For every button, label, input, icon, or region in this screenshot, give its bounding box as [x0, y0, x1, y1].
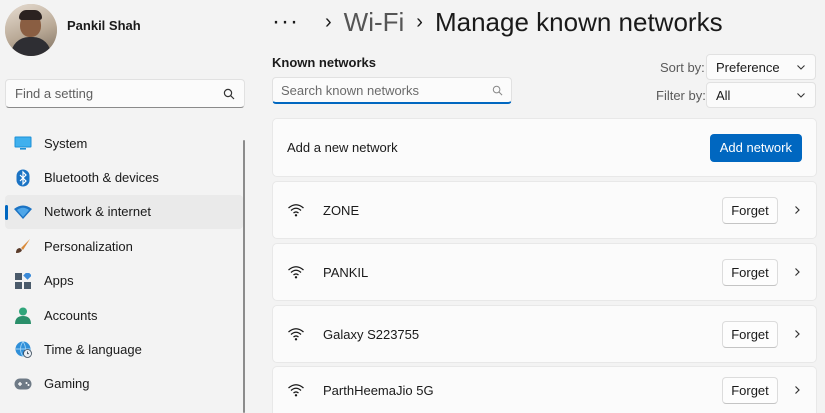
sidebar-item-label: Apps [44, 273, 74, 289]
breadcrumb: ··· › Wi-Fi › Manage known networks [272, 4, 723, 40]
forget-button[interactable]: Forget [722, 258, 778, 286]
sidebar-item-label: Gaming [44, 376, 90, 392]
wifi-icon [288, 266, 304, 279]
sidebar-item-time-language[interactable]: Time & language [5, 332, 243, 366]
known-networks-search-input[interactable] [281, 82, 492, 98]
chevron-right-icon[interactable] [792, 329, 802, 339]
sidebar-item-network[interactable]: Network & internet [5, 194, 243, 230]
bluetooth-icon [14, 169, 32, 187]
sort-by-value: Preference [716, 59, 780, 75]
forget-button[interactable]: Forget [722, 320, 778, 348]
filter-by-dropdown[interactable]: All [706, 82, 816, 108]
sidebar-item-bluetooth[interactable]: Bluetooth & devices [5, 160, 243, 194]
network-row[interactable]: ZONE Forget [272, 181, 817, 239]
network-name: PANKIL [323, 264, 369, 280]
chevron-right-icon[interactable] [792, 205, 802, 215]
sort-by-label: Sort by: [660, 60, 705, 75]
network-name: ParthHeemaJio 5G [323, 382, 434, 398]
avatar[interactable] [5, 4, 57, 56]
breadcrumb-overflow-button[interactable]: ··· [272, 10, 299, 34]
sidebar-item-system[interactable]: System [5, 126, 243, 160]
sidebar-item-label: System [44, 135, 88, 151]
network-name: Galaxy S223755 [323, 326, 420, 342]
chevron-right-icon: › [324, 10, 332, 33]
chevron-right-icon: › [416, 10, 423, 33]
chevron-down-icon [797, 65, 805, 70]
brush-icon [14, 237, 32, 255]
filter-by-label: Filter by: [656, 88, 706, 103]
add-new-network-label: Add a new network [287, 140, 398, 155]
forget-button[interactable]: Forget [722, 196, 778, 224]
person-icon [14, 306, 32, 324]
wifi-icon [288, 328, 304, 341]
globe-clock-icon [14, 341, 32, 359]
sidebar-item-accounts[interactable]: Accounts [5, 298, 243, 332]
chevron-down-icon [797, 93, 805, 98]
filter-by-value: All [716, 87, 731, 103]
sidebar-item-apps[interactable]: Apps [5, 264, 243, 298]
wifi-icon [288, 204, 304, 217]
sidebar-item-label: Personalization [44, 238, 133, 254]
sidebar-item-label: Accounts [44, 307, 98, 323]
known-networks-search-box[interactable] [272, 77, 512, 104]
wifi-icon [288, 384, 304, 397]
add-network-button[interactable]: Add network [709, 133, 802, 162]
network-row[interactable]: PANKIL Forget [272, 243, 817, 301]
known-networks-heading: Known networks [272, 55, 377, 70]
network-row[interactable]: Galaxy S223755 Forget [272, 305, 817, 363]
chevron-right-icon[interactable] [792, 385, 802, 395]
search-icon[interactable] [223, 88, 235, 100]
apps-icon [14, 272, 32, 290]
wifi-diamond-icon [14, 203, 32, 221]
sidebar-item-label: Bluetooth & devices [44, 170, 159, 186]
search-icon[interactable] [492, 85, 503, 96]
add-network-card: Add a new network Add network [272, 118, 817, 177]
breadcrumb-wifi-link[interactable]: Wi-Fi [344, 7, 405, 38]
sidebar-item-label: Time & language [44, 342, 142, 358]
forget-button[interactable]: Forget [722, 376, 778, 404]
find-setting-box[interactable] [5, 79, 245, 108]
page-title: Manage known networks [434, 6, 723, 37]
monitor-icon [14, 134, 32, 152]
sidebar-scrollbar[interactable] [243, 140, 245, 413]
sidebar-item-personalization[interactable]: Personalization [5, 229, 243, 263]
profile-name: Pankil Shah [67, 18, 141, 33]
sidebar-item-label: Network & internet [44, 204, 151, 220]
sidebar-item-gaming[interactable]: Gaming [5, 367, 243, 401]
sort-by-dropdown[interactable]: Preference [706, 54, 816, 80]
nav-list: System Bluetooth & devices Network & int… [5, 126, 243, 401]
profile[interactable]: Pankil Shah [5, 4, 141, 56]
gamepad-icon [14, 375, 32, 393]
find-setting-input[interactable] [15, 86, 223, 101]
sidebar: Pankil Shah System Bluetooth & devices N… [0, 0, 250, 413]
network-row[interactable]: ParthHeemaJio 5G Forget [272, 366, 817, 413]
chevron-right-icon[interactable] [792, 267, 802, 277]
network-name: ZONE [323, 202, 360, 218]
